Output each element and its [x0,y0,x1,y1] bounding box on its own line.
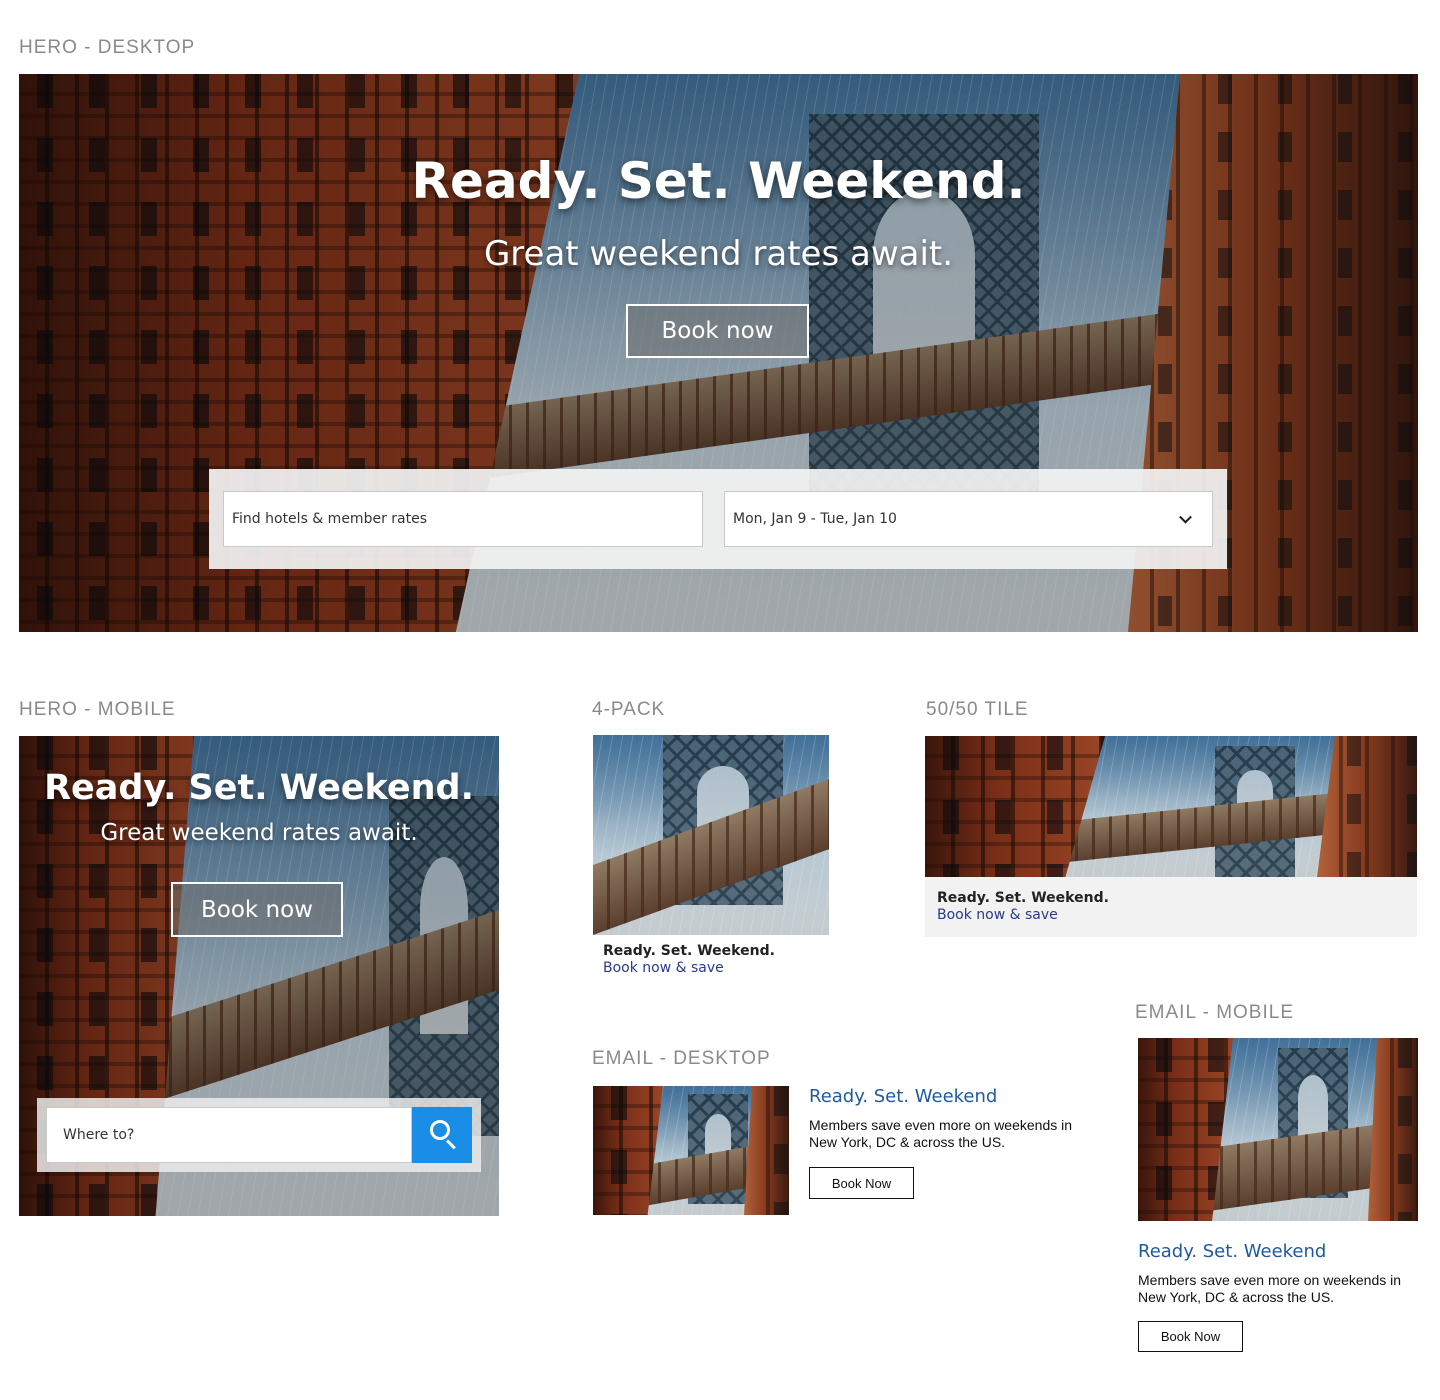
date-range-value: Mon, Jan 9 - Tue, Jan 10 [733,511,897,527]
four-pack-link[interactable]: Book now & save [603,960,724,976]
hero-mobile-title: Ready. Set. Weekend. [44,768,474,808]
section-label-four-pack: 4-PACK [592,699,666,720]
email-desktop-copy: Members save even more on weekends in Ne… [809,1117,1073,1150]
fifty-tile-link[interactable]: Book now & save [937,907,1058,923]
email-desktop-image [593,1086,789,1215]
email-mobile-copy: Members save even more on weekends in Ne… [1138,1272,1402,1305]
mobile-search-button[interactable] [412,1107,472,1163]
hero-desktop-title: Ready. Set. Weekend. [411,152,1026,210]
four-pack-title: Ready. Set. Weekend. [603,943,775,959]
hero-desktop-subtitle: Great weekend rates await. [483,234,954,274]
date-range-select[interactable]: Mon, Jan 9 - Tue, Jan 10 [724,491,1213,547]
hero-mobile-subtitle: Great weekend rates await. [100,820,418,846]
chevron-down-icon [1179,510,1192,524]
email-mobile-title: Ready. Set. Weekend [1138,1241,1327,1262]
email-desktop-book-button[interactable]: Book Now [809,1167,914,1199]
email-mobile-book-button[interactable]: Book Now [1138,1321,1243,1352]
where-to-input[interactable]: Where to? [46,1107,412,1163]
email-mobile-image [1138,1038,1418,1221]
section-label-email-desktop: EMAIL - DESKTOP [592,1048,771,1069]
section-label-hero-desktop: HERO - DESKTOP [19,37,196,58]
section-label-email-mobile: EMAIL - MOBILE [1135,1002,1294,1023]
four-pack-image [593,735,829,935]
hero-mobile-book-button[interactable]: Book now [171,882,343,937]
section-label-hero-mobile: HERO - MOBILE [19,699,176,720]
hero-desktop-book-button[interactable]: Book now [626,304,809,358]
section-label-fifty-tile: 50/50 TILE [926,699,1029,720]
hotel-search-input[interactable]: Find hotels & member rates [223,491,703,547]
fifty-tile-image [925,736,1417,877]
email-desktop-title: Ready. Set. Weekend [809,1086,998,1107]
fifty-tile-title: Ready. Set. Weekend. [937,890,1109,906]
